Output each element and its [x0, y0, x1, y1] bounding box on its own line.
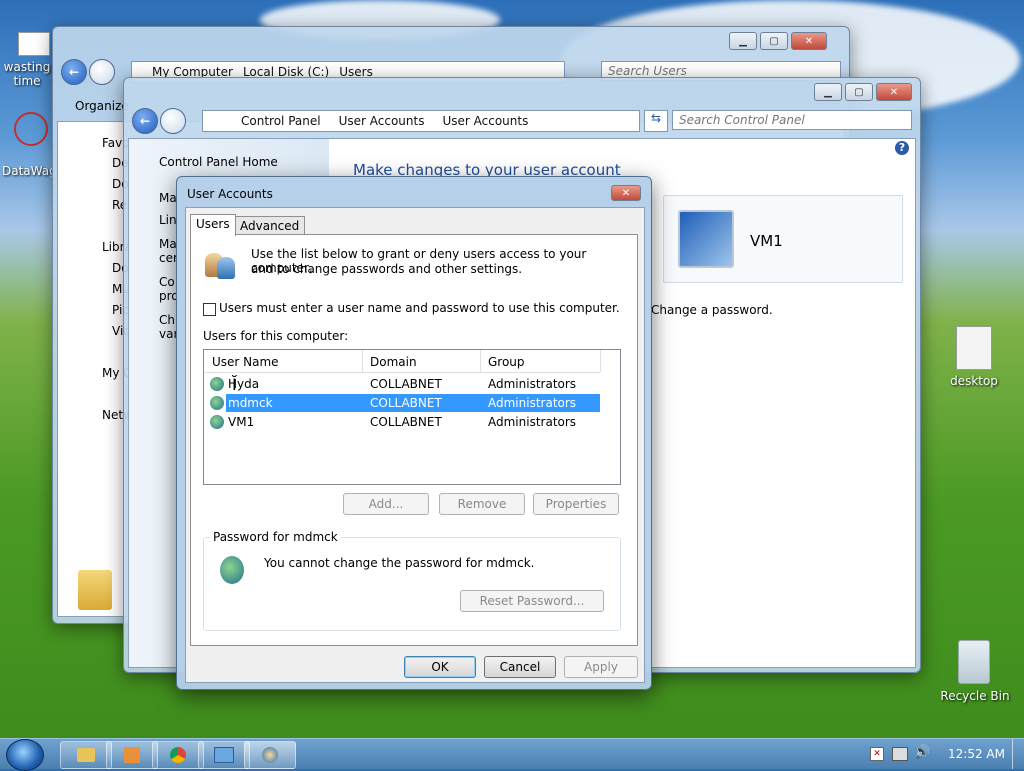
address-bar[interactable]: Control Panel User Accounts User Account…: [202, 110, 640, 132]
document-icon[interactable]: [18, 32, 50, 56]
recycle-bin-icon[interactable]: [958, 640, 990, 684]
back-button[interactable]: ←: [61, 59, 87, 85]
users-icon: [262, 747, 278, 763]
taskbar-chrome-button[interactable]: [152, 741, 204, 769]
action-center-icon[interactable]: ✕: [870, 747, 884, 761]
folder-icon: [77, 748, 95, 762]
column-header-group[interactable]: Group: [488, 355, 525, 369]
user-icon: [210, 396, 224, 410]
volume-icon[interactable]: 🔊: [914, 745, 930, 760]
file-icon[interactable]: [956, 326, 992, 370]
row-group: Administrators: [488, 396, 577, 410]
minimize-button[interactable]: ▁: [729, 32, 757, 50]
desktop-icon-label[interactable]: desktop: [944, 374, 1004, 388]
desktop-icon-label[interactable]: wasting time: [2, 60, 52, 88]
users-list[interactable]: User Name Domain Group Hyda COLLABNET Ad…: [203, 349, 621, 485]
password-group-title: Password for mdmck: [210, 530, 341, 544]
table-row[interactable]: VM1 COLLABNET Administrators: [208, 413, 600, 431]
row-domain: COLLABNET: [370, 396, 442, 410]
require-password-checkbox[interactable]: [203, 303, 216, 316]
taskbar: ✕ 🔊 12:52 AM: [0, 738, 1024, 771]
apply-button[interactable]: Apply: [564, 656, 638, 678]
search-input[interactable]: Search Control Panel: [672, 110, 912, 130]
users-list-label: Users for this computer:: [203, 329, 349, 343]
users-icon: [205, 249, 237, 279]
taskbar-user-accounts-button[interactable]: [244, 741, 296, 769]
row-group: Administrators: [488, 415, 577, 429]
forward-button[interactable]: [89, 59, 115, 85]
maximize-button[interactable]: ▢: [760, 32, 788, 50]
organize-button[interactable]: Organize: [75, 99, 129, 113]
password-message: You cannot change the password for mdmck…: [264, 556, 535, 570]
close-button[interactable]: ✕: [876, 83, 912, 101]
dialog-body: Users Advanced Use the list below to gra…: [185, 207, 645, 683]
list-header: User Name Domain Group: [204, 350, 601, 373]
refresh-icon[interactable]: ⇆: [644, 110, 668, 132]
user-icon: [210, 415, 224, 429]
minimize-button[interactable]: ▁: [814, 83, 842, 101]
show-desktop-button[interactable]: [1012, 739, 1024, 769]
row-domain: COLLABNET: [370, 377, 442, 391]
taskbar-control-panel-button[interactable]: [198, 741, 250, 769]
sidebar-link[interactable]: Ch: [159, 313, 175, 327]
desktop-icon-label[interactable]: Recycle Bin: [940, 689, 1010, 703]
control-panel-icon: [214, 747, 234, 763]
reset-password-button[interactable]: Reset Password...: [460, 590, 604, 612]
require-password-label[interactable]: Users must enter a user name and passwor…: [219, 301, 620, 315]
table-row-selected[interactable]: mdmck COLLABNET Administrators: [226, 394, 600, 412]
properties-button[interactable]: Properties: [533, 493, 619, 515]
breadcrumb-item[interactable]: Control Panel: [241, 114, 321, 128]
user-tile: VM1: [663, 195, 903, 283]
column-header-username[interactable]: User Name: [212, 355, 279, 369]
control-panel-home-link[interactable]: Control Panel Home: [159, 155, 278, 169]
maximize-button[interactable]: ▢: [845, 83, 873, 101]
forward-button[interactable]: [160, 108, 186, 134]
user-picture-icon: [678, 210, 734, 268]
user-icon: [210, 377, 224, 391]
help-icon[interactable]: ?: [895, 141, 909, 155]
caption-buttons: ▁ ▢ ✕: [729, 32, 827, 50]
taskbar-explorer-button[interactable]: [60, 741, 112, 769]
back-button[interactable]: ←: [132, 108, 158, 134]
folder-icon: [78, 570, 112, 610]
row-group: Administrators: [488, 377, 577, 391]
table-row[interactable]: Hyda COLLABNET Administrators: [208, 375, 600, 393]
user-accounts-dialog[interactable]: User Accounts ✕ Users Advanced Use the l…: [176, 176, 652, 690]
remove-button[interactable]: Remove: [439, 493, 525, 515]
tab-users[interactable]: Users: [190, 214, 236, 236]
desktop-icon-label[interactable]: DataWag: [2, 164, 57, 178]
change-password-link[interactable]: Change a password.: [651, 303, 773, 317]
caption-buttons: ▁ ▢ ✕: [814, 83, 912, 101]
dialog-title: User Accounts: [187, 187, 273, 201]
close-button[interactable]: ✕: [791, 32, 827, 50]
text-cursor-icon: Ĭ: [232, 375, 237, 394]
sidebar-link[interactable]: Ma: [159, 237, 177, 251]
user-key-icon: [220, 556, 244, 584]
chrome-icon: [170, 747, 186, 763]
sidebar-link[interactable]: Ma: [159, 191, 177, 205]
breadcrumb-item[interactable]: User Accounts: [339, 114, 425, 128]
add-button[interactable]: Add...: [343, 493, 429, 515]
sidebar-link[interactable]: Lin: [159, 213, 177, 227]
user-name: VM1: [750, 232, 783, 250]
column-header-domain[interactable]: Domain: [370, 355, 417, 369]
close-button[interactable]: ✕: [611, 185, 641, 201]
ok-button[interactable]: OK: [404, 656, 476, 678]
datawag-icon[interactable]: [14, 112, 48, 146]
password-groupbox: Password for mdmck You cannot change the…: [203, 530, 621, 631]
row-username: VM1: [228, 415, 255, 429]
clock[interactable]: 12:52 AM: [948, 747, 1005, 761]
sidebar-link[interactable]: Co: [159, 275, 175, 289]
tab-advanced[interactable]: Advanced: [234, 216, 306, 236]
taskbar-media-button[interactable]: [106, 741, 158, 769]
breadcrumb-item[interactable]: User Accounts: [442, 114, 528, 128]
cancel-button[interactable]: Cancel: [484, 656, 556, 678]
users-tab-panel: Use the list below to grant or deny user…: [190, 234, 638, 646]
row-domain: COLLABNET: [370, 415, 442, 429]
start-button[interactable]: [6, 739, 44, 771]
row-username: mdmck: [228, 396, 273, 410]
media-player-icon: [124, 747, 140, 763]
network-icon[interactable]: [892, 747, 908, 761]
intro-text-line2: and to change passwords and other settin…: [251, 262, 523, 276]
